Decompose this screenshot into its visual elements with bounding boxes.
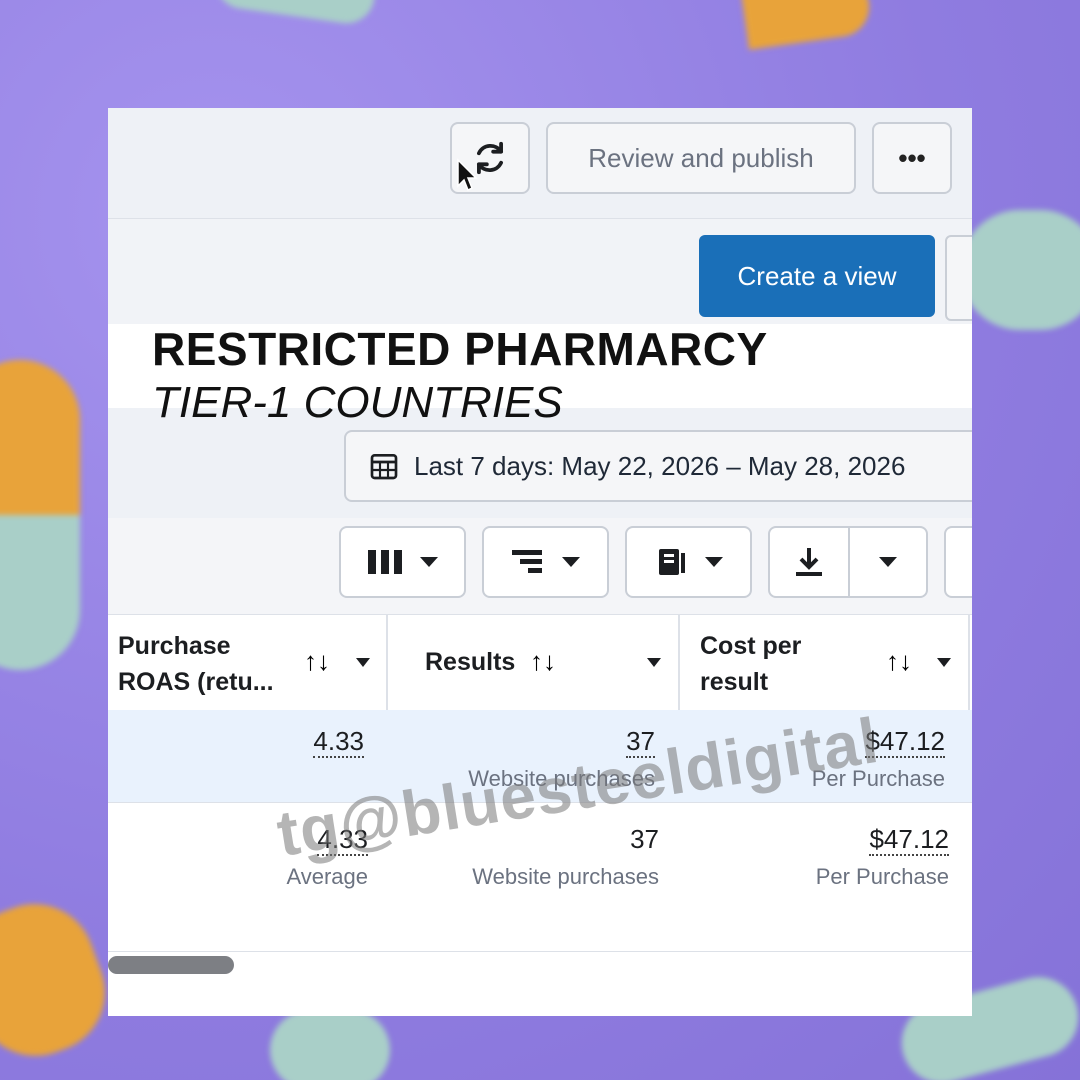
results-total-value: 37: [630, 824, 659, 854]
column-divider: [968, 614, 970, 710]
sort-icon[interactable]: ↑↓: [530, 646, 556, 677]
date-range-picker[interactable]: Last 7 days: May 22, 2026 – May 28, 2026: [344, 430, 972, 502]
overlay-subtitle: TIER-1 COUNTRIES: [152, 378, 563, 427]
results-total-sublabel: Website purchases: [472, 864, 659, 889]
column-divider: [678, 614, 680, 710]
export-button[interactable]: [768, 526, 928, 598]
sort-icon[interactable]: ↑↓: [304, 646, 330, 677]
chevron-down-icon: [419, 557, 438, 567]
chevron-down-icon[interactable]: [937, 658, 951, 667]
column-divider: [386, 614, 388, 710]
review-and-publish-button[interactable]: Review and publish: [546, 122, 856, 194]
horizontal-scrollbar[interactable]: [108, 956, 234, 974]
breakdown-icon: [511, 550, 542, 573]
header-label-line1: Cost per: [700, 632, 802, 660]
download-icon: [796, 548, 822, 576]
mouse-cursor-icon: [457, 158, 478, 192]
calendar-icon: [370, 454, 398, 480]
chevron-down-icon[interactable]: [647, 658, 661, 667]
header-label: Results: [425, 648, 516, 676]
header-label-line2: ROAS (retu...: [118, 668, 274, 696]
columns-button[interactable]: [339, 526, 466, 598]
chevron-down-icon: [879, 557, 897, 567]
columns-icon: [367, 550, 402, 574]
roas-value[interactable]: 4.33: [313, 726, 364, 758]
partial-button[interactable]: [945, 235, 972, 321]
cost-total-sublabel: Per Purchase: [815, 864, 949, 889]
cost-total-value[interactable]: $47.12: [869, 824, 949, 856]
chevron-down-icon[interactable]: [356, 658, 370, 667]
partial-tool-button[interactable]: [944, 526, 972, 598]
breakdown-button[interactable]: [482, 526, 609, 598]
reports-icon: [658, 549, 685, 575]
ads-manager-panel: Review and publish ••• Create a view Las…: [108, 108, 972, 1016]
reports-button[interactable]: [625, 526, 752, 598]
date-range-label: Last 7 days: May 22, 2026 – May 28, 2026: [414, 450, 906, 481]
overlay-title: RESTRICTED PHARMARCY: [152, 323, 768, 375]
header-label-line1: Purchase: [118, 632, 231, 660]
chevron-down-icon: [704, 557, 723, 567]
more-options-button[interactable]: •••: [872, 122, 952, 194]
sort-icon[interactable]: ↑↓: [886, 646, 912, 677]
chevron-down-icon: [561, 557, 580, 567]
header-label-line2: result: [700, 668, 769, 696]
create-view-button[interactable]: Create a view: [699, 235, 935, 317]
